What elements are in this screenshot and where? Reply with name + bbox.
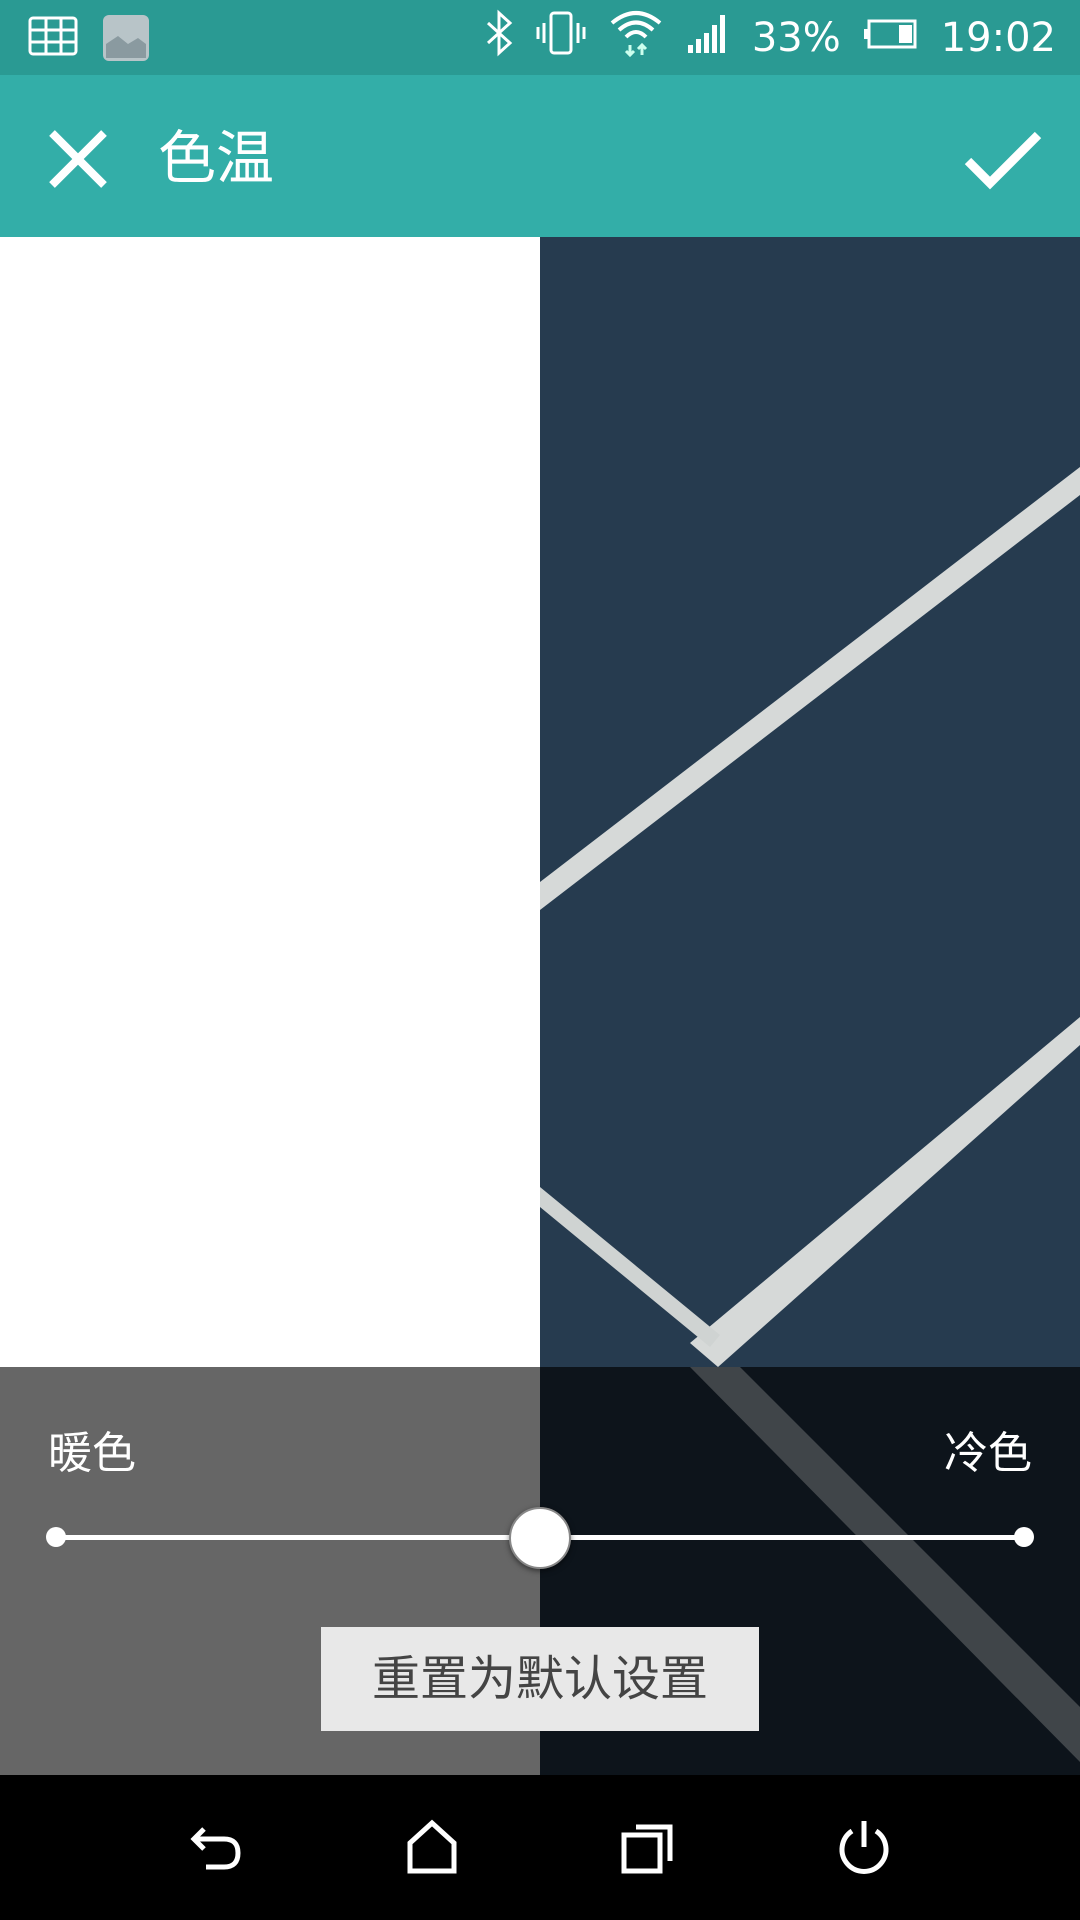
temperature-slider[interactable]: [46, 1507, 1034, 1569]
bluetooth-icon: [484, 9, 514, 67]
close-button[interactable]: [38, 119, 118, 199]
reset-default-button[interactable]: 重置为默认设置: [321, 1627, 759, 1731]
screen: 33% 19:02 色温 暖色 冷色 重置为默认设置: [0, 0, 1080, 1920]
power-button[interactable]: [834, 1817, 894, 1877]
navigation-bar: [0, 1775, 1080, 1920]
warm-label: 暖色: [48, 1428, 136, 1479]
confirm-button[interactable]: [958, 119, 1048, 199]
battery-icon: [863, 15, 919, 61]
home-icon: [407, 1819, 457, 1874]
slider-end-dot: [1014, 1527, 1034, 1547]
battery-percent: 33%: [751, 14, 841, 61]
grid-icon: [28, 14, 78, 66]
home-button[interactable]: [402, 1817, 462, 1877]
page-title: 色温: [158, 124, 275, 192]
app-bar: 色温: [0, 75, 1080, 237]
clock: 19:02: [940, 14, 1056, 61]
wifi-icon: [608, 7, 664, 69]
power-icon: [839, 1821, 889, 1874]
image-thumb-icon: [102, 14, 150, 66]
slider-thumb[interactable]: [509, 1507, 571, 1569]
recents-icon: [621, 1824, 673, 1874]
slider-start-dot: [46, 1527, 66, 1547]
checkmark-icon: [964, 131, 1042, 190]
status-bar: 33% 19:02: [0, 0, 1080, 75]
vibrate-icon: [536, 9, 586, 67]
close-icon: [49, 130, 107, 188]
recents-button[interactable]: [618, 1817, 678, 1877]
temperature-controls: 暖色 冷色 重置为默认设置: [0, 1367, 1080, 1775]
back-icon: [190, 1827, 241, 1870]
signal-icon: [686, 11, 730, 65]
cool-label: 冷色: [944, 1428, 1032, 1479]
back-button[interactable]: [186, 1817, 246, 1877]
